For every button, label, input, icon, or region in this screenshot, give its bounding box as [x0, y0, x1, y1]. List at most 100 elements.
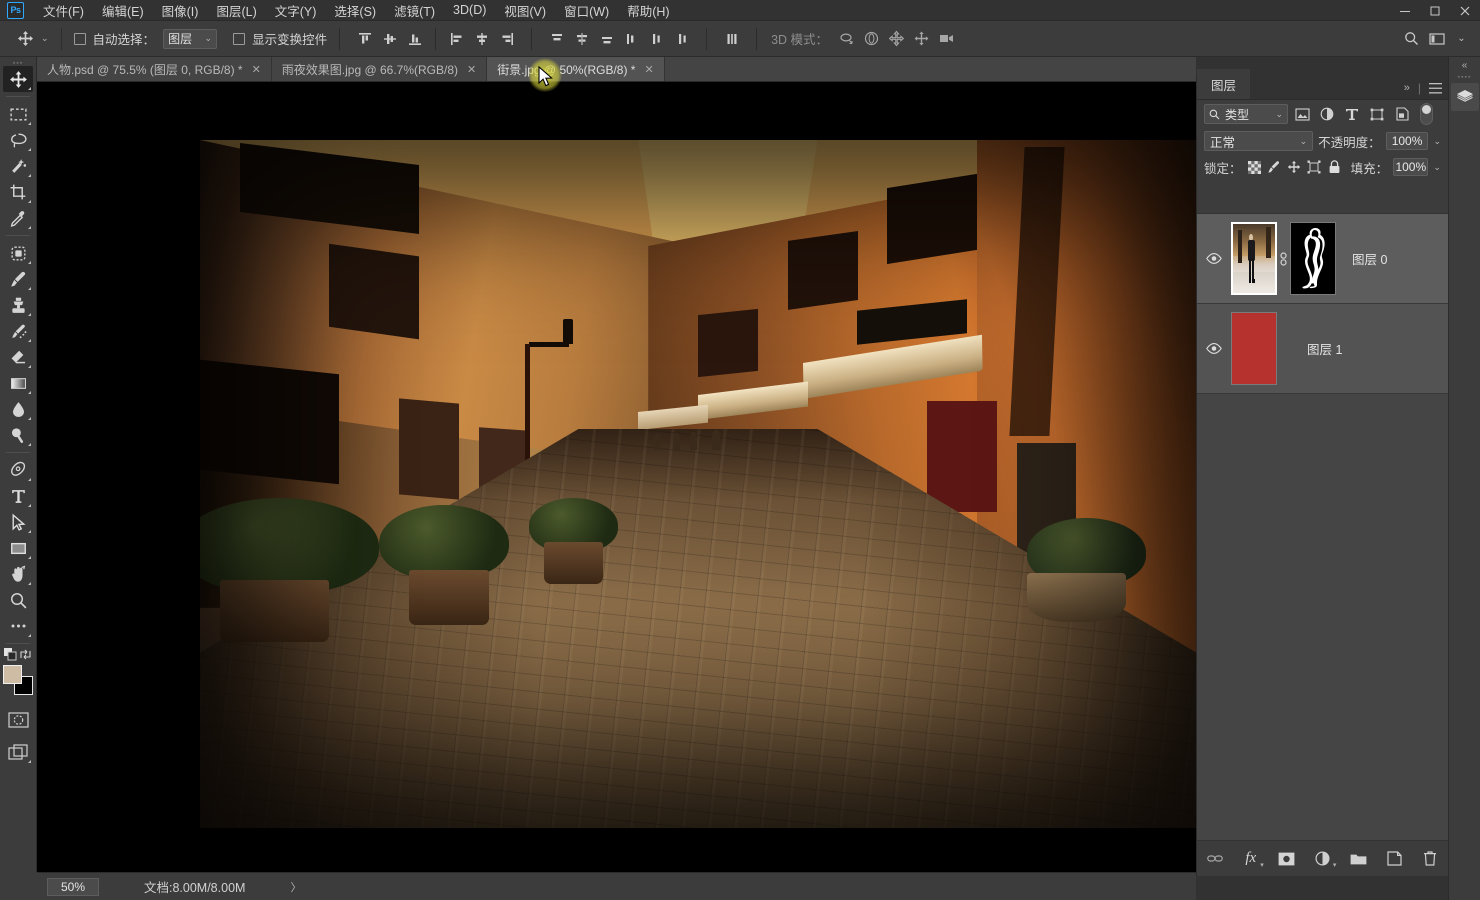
menu-file[interactable]: 文件(F)	[34, 0, 93, 22]
layers-dock-button[interactable]	[1450, 83, 1479, 111]
distribute-spacing-icon[interactable]	[719, 27, 744, 51]
menu-3d[interactable]: 3D(D)	[444, 1, 495, 19]
fill-input[interactable]: 100%	[1393, 158, 1429, 176]
add-layer-mask-button[interactable]	[1273, 846, 1301, 872]
close-icon[interactable]: ✕	[252, 63, 261, 76]
opacity-chevron-down-icon[interactable]: ⌄	[1433, 136, 1441, 147]
hand-tool[interactable]	[3, 561, 33, 587]
close-icon[interactable]: ✕	[644, 63, 653, 76]
maximize-button[interactable]	[1420, 0, 1450, 21]
lock-image-pixels-icon[interactable]	[1267, 158, 1282, 177]
spot-healing-tool[interactable]	[3, 240, 33, 266]
pen-tool[interactable]	[3, 457, 33, 483]
status-expand-icon[interactable]: 〉	[290, 879, 301, 895]
3d-slide-icon[interactable]	[909, 27, 934, 51]
dodge-tool[interactable]	[3, 422, 33, 448]
layer-mask-thumbnail-0[interactable]	[1290, 222, 1336, 295]
document-image-jiejing[interactable]	[200, 140, 1196, 828]
table-row[interactable]: 图层 1	[1197, 304, 1448, 394]
filter-pixel-icon[interactable]	[1291, 104, 1313, 125]
new-layer-button[interactable]	[1380, 846, 1408, 872]
layer-visibility-toggle-0[interactable]	[1197, 253, 1231, 264]
screen-mode-button[interactable]	[3, 739, 33, 765]
layer-visibility-toggle-1[interactable]	[1197, 343, 1231, 354]
minimize-button[interactable]	[1390, 0, 1420, 21]
quick-mask-button[interactable]	[3, 707, 33, 733]
crop-tool[interactable]	[3, 179, 33, 205]
filter-shape-icon[interactable]	[1366, 104, 1388, 125]
eraser-tool[interactable]	[3, 344, 33, 370]
chevron-double-left-icon[interactable]: «	[1449, 57, 1480, 73]
table-row[interactable]: 图层 0	[1197, 214, 1448, 304]
show-transform-checkbox[interactable]	[233, 32, 246, 45]
align-right-edges-icon[interactable]	[494, 27, 519, 51]
3d-orbit-icon[interactable]	[834, 27, 859, 51]
document-tab-jiejing[interactable]: 街景.jpg @ 50%(RGB/8) * ✕	[487, 57, 665, 81]
menu-filter[interactable]: 滤镜(T)	[385, 0, 444, 22]
workspace-chevron-down-icon[interactable]: ⌄	[1449, 27, 1474, 51]
brush-tool[interactable]	[3, 266, 33, 292]
auto-select-checkbox[interactable]	[73, 32, 86, 45]
tab-layers[interactable]: 图层	[1197, 69, 1251, 99]
menu-window[interactable]: 窗口(W)	[555, 0, 618, 22]
new-adjustment-layer-button[interactable]: ▾	[1309, 846, 1336, 872]
hamburger-menu-icon[interactable]	[1429, 82, 1442, 94]
filter-type-icon[interactable]	[1341, 104, 1363, 125]
align-bottom-edges-icon[interactable]	[402, 27, 427, 51]
canvas-area[interactable]	[37, 82, 1196, 872]
active-tool-preset[interactable]: ⌄	[14, 28, 49, 50]
filter-smart-object-icon[interactable]	[1391, 104, 1413, 125]
align-horizontal-centers-icon[interactable]	[469, 27, 494, 51]
menu-view[interactable]: 视图(V)	[495, 0, 555, 22]
blur-tool[interactable]	[3, 396, 33, 422]
menu-edit[interactable]: 编辑(E)	[93, 0, 153, 22]
layer-name-0[interactable]: 图层 0	[1352, 249, 1387, 268]
filter-adjustment-icon[interactable]	[1316, 104, 1338, 125]
3d-camera-icon[interactable]	[934, 27, 959, 51]
layer-filter-type-dropdown[interactable]: 类型 ⌄	[1204, 104, 1288, 124]
chevron-double-right-icon[interactable]: »	[1404, 82, 1410, 94]
lock-artboard-icon[interactable]	[1307, 158, 1322, 177]
layer-filter-enable-toggle[interactable]	[1420, 103, 1433, 125]
workspace-icon[interactable]	[1424, 27, 1449, 51]
3d-roll-icon[interactable]	[859, 27, 884, 51]
blend-mode-dropdown[interactable]: 正常 ⌄	[1204, 131, 1314, 151]
layer-thumbnail-0[interactable]	[1231, 222, 1277, 295]
lasso-tool[interactable]	[3, 127, 33, 153]
link-icon[interactable]	[1277, 251, 1290, 266]
3d-pan-icon[interactable]	[884, 27, 909, 51]
zoom-tool[interactable]	[3, 587, 33, 613]
rectangular-marquee-tool[interactable]	[3, 101, 33, 127]
distribute-right-edges-icon[interactable]	[669, 27, 694, 51]
path-selection-tool[interactable]	[3, 509, 33, 535]
close-icon[interactable]: ✕	[467, 63, 476, 76]
distribute-bottom-edges-icon[interactable]	[594, 27, 619, 51]
align-left-edges-icon[interactable]	[444, 27, 469, 51]
lock-transparent-pixels-icon[interactable]	[1247, 158, 1262, 177]
menu-image[interactable]: 图像(I)	[153, 0, 208, 22]
menu-type[interactable]: 文字(Y)	[266, 0, 326, 22]
document-tab-renwu[interactable]: 人物.psd @ 75.5% (图层 0, RGB/8) * ✕	[37, 57, 272, 81]
search-icon[interactable]	[1399, 27, 1424, 51]
lock-position-icon[interactable]	[1287, 158, 1302, 177]
link-layers-button[interactable]	[1201, 846, 1229, 872]
edit-toolbar-button[interactable]	[3, 613, 33, 639]
lock-all-icon[interactable]	[1327, 158, 1342, 177]
layer-style-button[interactable]: fx ▾	[1237, 846, 1265, 872]
close-button[interactable]	[1450, 0, 1480, 21]
menu-help[interactable]: 帮助(H)	[618, 0, 678, 22]
distribute-left-edges-icon[interactable]	[619, 27, 644, 51]
align-top-edges-icon[interactable]	[352, 27, 377, 51]
delete-layer-button[interactable]	[1416, 846, 1444, 872]
distribute-vertical-centers-icon[interactable]	[569, 27, 594, 51]
distribute-horizontal-centers-icon[interactable]	[644, 27, 669, 51]
gradient-tool[interactable]	[3, 370, 33, 396]
opacity-input[interactable]: 100%	[1385, 132, 1429, 150]
move-tool[interactable]	[3, 66, 33, 92]
rectangle-tool[interactable]	[3, 535, 33, 561]
swap-colors-icon[interactable]	[19, 648, 32, 661]
new-group-button[interactable]	[1344, 846, 1372, 872]
fill-chevron-down-icon[interactable]: ⌄	[1433, 162, 1441, 173]
clone-stamp-tool[interactable]	[3, 292, 33, 318]
dock-grip[interactable]: ▪▪▪▪	[1449, 73, 1480, 81]
